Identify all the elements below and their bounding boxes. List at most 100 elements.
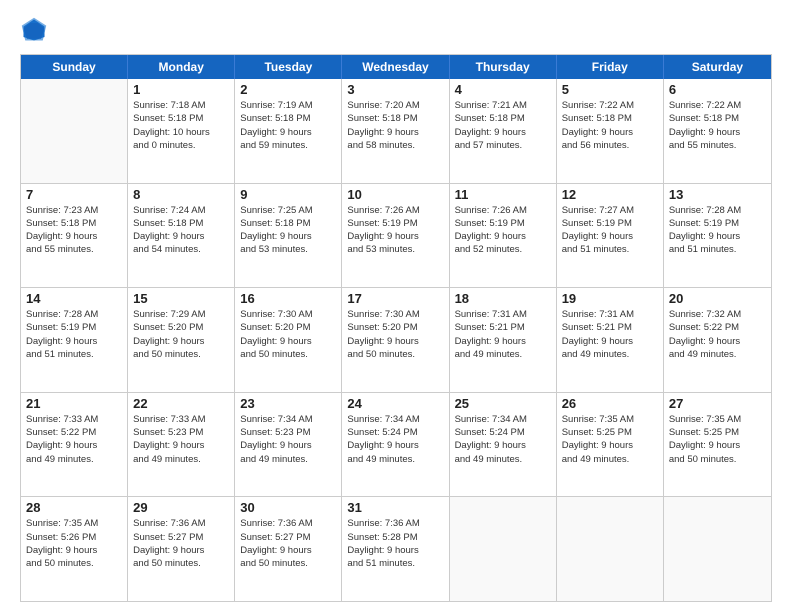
day-number: 31 — [347, 500, 443, 515]
page: SundayMondayTuesdayWednesdayThursdayFrid… — [0, 0, 792, 612]
day-text: Sunrise: 7:18 AM Sunset: 5:18 PM Dayligh… — [133, 99, 229, 152]
day-number: 21 — [26, 396, 122, 411]
calendar-day-cell: 6 Sunrise: 7:22 AM Sunset: 5:18 PM Daylig… — [664, 79, 771, 183]
day-number: 22 — [133, 396, 229, 411]
calendar-day-cell: 15 Sunrise: 7:29 AM Sunset: 5:20 PM Dayli… — [128, 288, 235, 392]
day-text: Sunrise: 7:34 AM Sunset: 5:23 PM Dayligh… — [240, 413, 336, 466]
calendar-header: SundayMondayTuesdayWednesdayThursdayFrid… — [21, 55, 771, 79]
calendar-day-cell: 25 Sunrise: 7:34 AM Sunset: 5:24 PM Dayli… — [450, 393, 557, 497]
day-text: Sunrise: 7:33 AM Sunset: 5:22 PM Dayligh… — [26, 413, 122, 466]
day-number: 18 — [455, 291, 551, 306]
calendar-day-cell: 12 Sunrise: 7:27 AM Sunset: 5:19 PM Dayli… — [557, 184, 664, 288]
calendar-header-cell: Tuesday — [235, 55, 342, 79]
day-text: Sunrise: 7:36 AM Sunset: 5:27 PM Dayligh… — [133, 517, 229, 570]
day-number: 23 — [240, 396, 336, 411]
calendar-header-cell: Friday — [557, 55, 664, 79]
day-number: 1 — [133, 82, 229, 97]
calendar-day-cell: 31 Sunrise: 7:36 AM Sunset: 5:28 PM Dayli… — [342, 497, 449, 601]
calendar-week-row: 21 Sunrise: 7:33 AM Sunset: 5:22 PM Dayli… — [21, 393, 771, 498]
header — [20, 16, 772, 44]
day-text: Sunrise: 7:31 AM Sunset: 5:21 PM Dayligh… — [562, 308, 658, 361]
calendar-day-cell — [557, 497, 664, 601]
day-text: Sunrise: 7:35 AM Sunset: 5:26 PM Dayligh… — [26, 517, 122, 570]
day-text: Sunrise: 7:26 AM Sunset: 5:19 PM Dayligh… — [455, 204, 551, 257]
calendar-day-cell — [21, 79, 128, 183]
day-text: Sunrise: 7:23 AM Sunset: 5:18 PM Dayligh… — [26, 204, 122, 257]
day-number: 12 — [562, 187, 658, 202]
calendar-day-cell: 11 Sunrise: 7:26 AM Sunset: 5:19 PM Dayli… — [450, 184, 557, 288]
day-number: 28 — [26, 500, 122, 515]
day-number: 14 — [26, 291, 122, 306]
day-number: 6 — [669, 82, 766, 97]
day-number: 25 — [455, 396, 551, 411]
logo-icon — [20, 16, 48, 44]
calendar-day-cell: 3Sunrise: 7:20 AM Sunset: 5:18 PM Daylig… — [342, 79, 449, 183]
day-text: Sunrise: 7:31 AM Sunset: 5:21 PM Dayligh… — [455, 308, 551, 361]
calendar-day-cell — [664, 497, 771, 601]
day-number: 11 — [455, 187, 551, 202]
day-text: Sunrise: 7:30 AM Sunset: 5:20 PM Dayligh… — [347, 308, 443, 361]
calendar-day-cell: 20 Sunrise: 7:32 AM Sunset: 5:22 PM Dayli… — [664, 288, 771, 392]
calendar-day-cell: 9 Sunrise: 7:25 AM Sunset: 5:18 PM Daylig… — [235, 184, 342, 288]
calendar-day-cell: 26 Sunrise: 7:35 AM Sunset: 5:25 PM Dayli… — [557, 393, 664, 497]
day-text: Sunrise: 7:35 AM Sunset: 5:25 PM Dayligh… — [669, 413, 766, 466]
day-text: Sunrise: 7:34 AM Sunset: 5:24 PM Dayligh… — [347, 413, 443, 466]
calendar-day-cell: 8Sunrise: 7:24 AM Sunset: 5:18 PM Daylig… — [128, 184, 235, 288]
day-text: Sunrise: 7:33 AM Sunset: 5:23 PM Dayligh… — [133, 413, 229, 466]
calendar-day-cell: 23 Sunrise: 7:34 AM Sunset: 5:23 PM Dayli… — [235, 393, 342, 497]
calendar-day-cell: 28 Sunrise: 7:35 AM Sunset: 5:26 PM Dayli… — [21, 497, 128, 601]
calendar-day-cell: 5 Sunrise: 7:22 AM Sunset: 5:18 PM Daylig… — [557, 79, 664, 183]
calendar-header-cell: Wednesday — [342, 55, 449, 79]
calendar-day-cell: 30 Sunrise: 7:36 AM Sunset: 5:27 PM Dayli… — [235, 497, 342, 601]
day-text: Sunrise: 7:29 AM Sunset: 5:20 PM Dayligh… — [133, 308, 229, 361]
day-text: Sunrise: 7:35 AM Sunset: 5:25 PM Dayligh… — [562, 413, 658, 466]
day-number: 26 — [562, 396, 658, 411]
day-number: 13 — [669, 187, 766, 202]
calendar-day-cell: 21 Sunrise: 7:33 AM Sunset: 5:22 PM Dayli… — [21, 393, 128, 497]
day-text: Sunrise: 7:22 AM Sunset: 5:18 PM Dayligh… — [562, 99, 658, 152]
day-text: Sunrise: 7:36 AM Sunset: 5:28 PM Dayligh… — [347, 517, 443, 570]
day-number: 29 — [133, 500, 229, 515]
day-text: Sunrise: 7:22 AM Sunset: 5:18 PM Dayligh… — [669, 99, 766, 152]
day-number: 7 — [26, 187, 122, 202]
day-number: 9 — [240, 187, 336, 202]
calendar-day-cell: 22 Sunrise: 7:33 AM Sunset: 5:23 PM Dayli… — [128, 393, 235, 497]
calendar-day-cell: 18 Sunrise: 7:31 AM Sunset: 5:21 PM Dayli… — [450, 288, 557, 392]
day-number: 3 — [347, 82, 443, 97]
calendar-day-cell: 2 Sunrise: 7:19 AM Sunset: 5:18 PM Daylig… — [235, 79, 342, 183]
day-number: 19 — [562, 291, 658, 306]
calendar: SundayMondayTuesdayWednesdayThursdayFrid… — [20, 54, 772, 602]
day-text: Sunrise: 7:36 AM Sunset: 5:27 PM Dayligh… — [240, 517, 336, 570]
calendar-day-cell: 19 Sunrise: 7:31 AM Sunset: 5:21 PM Dayli… — [557, 288, 664, 392]
calendar-day-cell: 16Sunrise: 7:30 AM Sunset: 5:20 PM Dayli… — [235, 288, 342, 392]
logo — [20, 16, 52, 44]
day-text: Sunrise: 7:21 AM Sunset: 5:18 PM Dayligh… — [455, 99, 551, 152]
calendar-header-cell: Saturday — [664, 55, 771, 79]
day-number: 30 — [240, 500, 336, 515]
day-text: Sunrise: 7:25 AM Sunset: 5:18 PM Dayligh… — [240, 204, 336, 257]
calendar-week-row: 1 Sunrise: 7:18 AM Sunset: 5:18 PM Daylig… — [21, 79, 771, 184]
day-text: Sunrise: 7:27 AM Sunset: 5:19 PM Dayligh… — [562, 204, 658, 257]
calendar-day-cell: 24Sunrise: 7:34 AM Sunset: 5:24 PM Dayli… — [342, 393, 449, 497]
calendar-day-cell: 27 Sunrise: 7:35 AM Sunset: 5:25 PM Dayli… — [664, 393, 771, 497]
calendar-week-row: 28 Sunrise: 7:35 AM Sunset: 5:26 PM Dayli… — [21, 497, 771, 601]
day-number: 27 — [669, 396, 766, 411]
calendar-body: 1 Sunrise: 7:18 AM Sunset: 5:18 PM Daylig… — [21, 79, 771, 601]
calendar-day-cell: 10Sunrise: 7:26 AM Sunset: 5:19 PM Dayli… — [342, 184, 449, 288]
calendar-day-cell: 4Sunrise: 7:21 AM Sunset: 5:18 PM Daylig… — [450, 79, 557, 183]
day-text: Sunrise: 7:34 AM Sunset: 5:24 PM Dayligh… — [455, 413, 551, 466]
day-number: 5 — [562, 82, 658, 97]
day-number: 8 — [133, 187, 229, 202]
calendar-header-cell: Thursday — [450, 55, 557, 79]
day-number: 20 — [669, 291, 766, 306]
calendar-header-cell: Sunday — [21, 55, 128, 79]
calendar-week-row: 14Sunrise: 7:28 AM Sunset: 5:19 PM Dayli… — [21, 288, 771, 393]
calendar-day-cell — [450, 497, 557, 601]
day-number: 2 — [240, 82, 336, 97]
day-text: Sunrise: 7:19 AM Sunset: 5:18 PM Dayligh… — [240, 99, 336, 152]
day-number: 15 — [133, 291, 229, 306]
day-text: Sunrise: 7:32 AM Sunset: 5:22 PM Dayligh… — [669, 308, 766, 361]
calendar-header-cell: Monday — [128, 55, 235, 79]
day-number: 10 — [347, 187, 443, 202]
day-text: Sunrise: 7:30 AM Sunset: 5:20 PM Dayligh… — [240, 308, 336, 361]
